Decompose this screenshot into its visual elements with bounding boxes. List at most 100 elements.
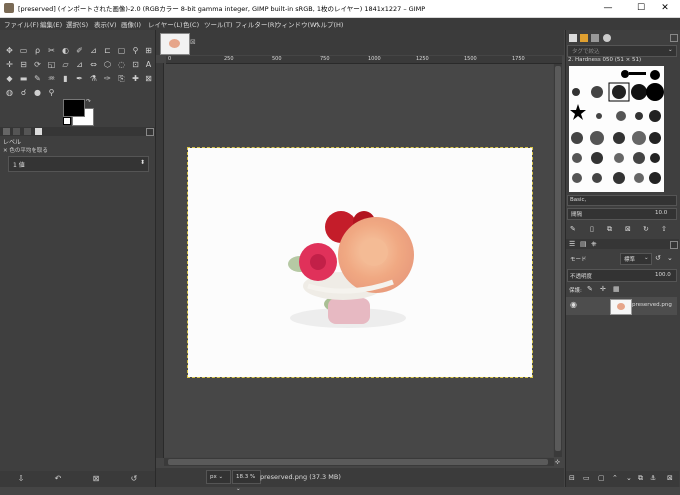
foreground-color-swatch[interactable]	[63, 99, 85, 117]
vertical-scroll-thumb[interactable]	[555, 66, 561, 451]
heal-tool-icon[interactable]: ✚	[130, 74, 141, 84]
document-history-tab-icon[interactable]	[603, 34, 611, 42]
blur-tool-icon[interactable]: ◍	[4, 88, 15, 98]
new-group-icon[interactable]: ▢	[598, 474, 605, 482]
lock-position-icon[interactable]: ✛	[600, 285, 606, 293]
duplicate-layer-icon[interactable]: ⧉	[638, 474, 643, 483]
lock-alpha-icon[interactable]: ▦	[613, 285, 620, 293]
tool-options-field[interactable]: 1 値 ⬍	[8, 156, 149, 172]
paths-tab-icon[interactable]: ⎈	[591, 240, 597, 249]
smudge-tool-icon[interactable]: ☌	[18, 88, 29, 98]
mypaint-brush-tool-icon[interactable]: ✑	[102, 74, 113, 84]
ink-tool-icon[interactable]: ⚗	[88, 74, 99, 84]
tool-options-tab-icon[interactable]	[3, 128, 10, 135]
default-colors-icon[interactable]	[63, 117, 71, 125]
foreground-select-tool-icon[interactable]: ◐	[60, 46, 71, 56]
cage-tool-icon[interactable]: ⬡	[102, 60, 113, 70]
warp-tool-icon[interactable]: ◌	[116, 60, 127, 70]
reset-mode-icon[interactable]: ↺	[655, 254, 661, 262]
lock-pixels-icon[interactable]: ✎	[587, 285, 593, 293]
unified-transform-tool-icon[interactable]: ⊟	[18, 60, 29, 70]
bucket-fill-tool-icon[interactable]: ◆	[4, 74, 15, 84]
channels-tab-icon[interactable]: ▤	[580, 240, 587, 248]
rect-select-tool-icon[interactable]: ▭	[18, 46, 29, 56]
edit-brush-icon[interactable]: ✎	[570, 225, 576, 233]
menu-edit[interactable]: 編集(E)	[40, 19, 62, 29]
delete-brush-icon[interactable]: ⊠	[625, 225, 631, 233]
shear-tool-icon[interactable]: ▱	[60, 60, 71, 70]
anchor-layer-icon[interactable]: ⚓	[650, 474, 656, 482]
text-tool-icon[interactable]: ▢	[116, 46, 127, 56]
navigate-icon[interactable]: ✜	[555, 459, 562, 466]
patterns-tab-icon[interactable]	[580, 34, 588, 42]
new-layer-icon[interactable]: ▭	[583, 474, 590, 482]
brush-tag-field[interactable]: Basic,	[567, 195, 677, 206]
menu-windows[interactable]: ウィンドウ(W)	[275, 19, 319, 29]
fonts-tab-icon[interactable]	[591, 34, 599, 42]
eraser-tool-icon[interactable]: ▮	[60, 74, 71, 84]
dodge-burn-tool-icon[interactable]: ●	[32, 88, 43, 98]
text-a-tool-icon[interactable]: A	[143, 60, 154, 70]
free-select-tool-icon[interactable]: ρ	[32, 46, 43, 56]
unit-select[interactable]: px ⌄	[206, 470, 231, 484]
refresh-brushes-icon[interactable]: ↻	[643, 225, 649, 233]
save-options-icon[interactable]: ⇩	[15, 474, 27, 484]
horizontal-scroll-thumb[interactable]	[168, 459, 548, 465]
clone-tool-icon[interactable]: ⎘	[116, 74, 127, 84]
raise-layer-icon[interactable]: ⌃	[612, 474, 618, 482]
color-picker-tool-icon[interactable]: ⊿	[88, 46, 99, 56]
layer-mode-select[interactable]: 標準 ⌄	[620, 253, 652, 265]
lower-layer-icon[interactable]: ⌄	[626, 474, 632, 482]
layers-menu-icon[interactable]	[670, 241, 678, 249]
delete-layer-icon[interactable]: ⊠	[667, 474, 673, 482]
horizontal-scrollbar[interactable]	[164, 458, 554, 466]
menu-help[interactable]: ヘルプ(H)	[314, 19, 343, 29]
delete-options-icon[interactable]: ⊠	[90, 474, 102, 484]
perspective-tool-icon[interactable]: ⊿	[74, 60, 85, 70]
menu-view[interactable]: 表示(V)	[94, 19, 117, 29]
paths-tool-icon[interactable]: ✐	[74, 46, 85, 56]
align-tool-icon[interactable]: ⊞	[143, 46, 154, 56]
new-layer-group-icon[interactable]: ⊟	[569, 474, 575, 482]
mode-options-icon[interactable]: ⌄	[667, 254, 673, 262]
pencil-tool-icon[interactable]: ✎	[32, 74, 43, 84]
layers-tab-icon[interactable]: ☰	[569, 240, 575, 248]
undo-history-tab-icon[interactable]	[24, 128, 31, 135]
tool-options-menu-icon[interactable]	[146, 128, 154, 136]
close-button[interactable]: ✕	[650, 0, 680, 17]
menu-layer[interactable]: レイヤー(L)	[148, 19, 183, 29]
close-tab-icon[interactable]: ⊠	[190, 38, 198, 46]
gradient-tool-icon[interactable]: ▬	[18, 74, 29, 84]
pick-average-option[interactable]: ✕ 色の平均を取る	[3, 146, 48, 154]
menu-select[interactable]: 選択(S)	[66, 19, 88, 29]
handle-transform-tool-icon[interactable]: ⊡	[130, 60, 141, 70]
new-brush-icon[interactable]: ▯	[590, 225, 594, 233]
scale-tool-icon[interactable]: ◱	[46, 60, 57, 70]
zoom-tool-icon[interactable]: ⚲	[130, 46, 141, 56]
restore-options-icon[interactable]: ↶	[52, 474, 64, 484]
brush-grid[interactable]	[569, 66, 664, 192]
perspective-clone-tool-icon[interactable]: ⊠	[143, 74, 154, 84]
rotate-tool-icon[interactable]: ⟳	[32, 60, 43, 70]
menu-image[interactable]: 画像(I)	[121, 19, 141, 29]
duplicate-brush-icon[interactable]: ⧉	[607, 225, 612, 234]
image-content-flowers[interactable]	[187, 147, 533, 378]
device-status-tab-icon[interactable]	[13, 128, 20, 135]
measure-tool-icon[interactable]: ⊏	[102, 46, 113, 56]
menu-file[interactable]: ファイル(F)	[4, 19, 39, 29]
images-tab-icon[interactable]	[35, 128, 42, 135]
menu-colors[interactable]: 色(C)	[183, 19, 199, 29]
menu-filters[interactable]: フィルター(R)	[235, 19, 277, 29]
vertical-scrollbar[interactable]	[554, 64, 562, 457]
scissors-select-tool-icon[interactable]: ✂	[46, 46, 57, 56]
move-tool-icon[interactable]: ✥	[4, 46, 15, 56]
layer-opacity-slider[interactable]: 不透明度 100.0	[567, 269, 677, 282]
eyedropper-tool-icon[interactable]: ⚲	[46, 88, 57, 98]
zoom-select[interactable]: 18.3 % ⌄	[232, 470, 261, 492]
brushes-menu-icon[interactable]	[670, 34, 678, 42]
brush-spacing-slider[interactable]: 間隔 10.0	[567, 208, 677, 220]
airbrush-tool-icon[interactable]: ✒	[74, 74, 85, 84]
menu-tools[interactable]: ツール(T)	[204, 19, 233, 29]
brushes-tab-icon[interactable]	[569, 34, 577, 42]
crop-tool-icon[interactable]: ✛	[4, 60, 15, 70]
